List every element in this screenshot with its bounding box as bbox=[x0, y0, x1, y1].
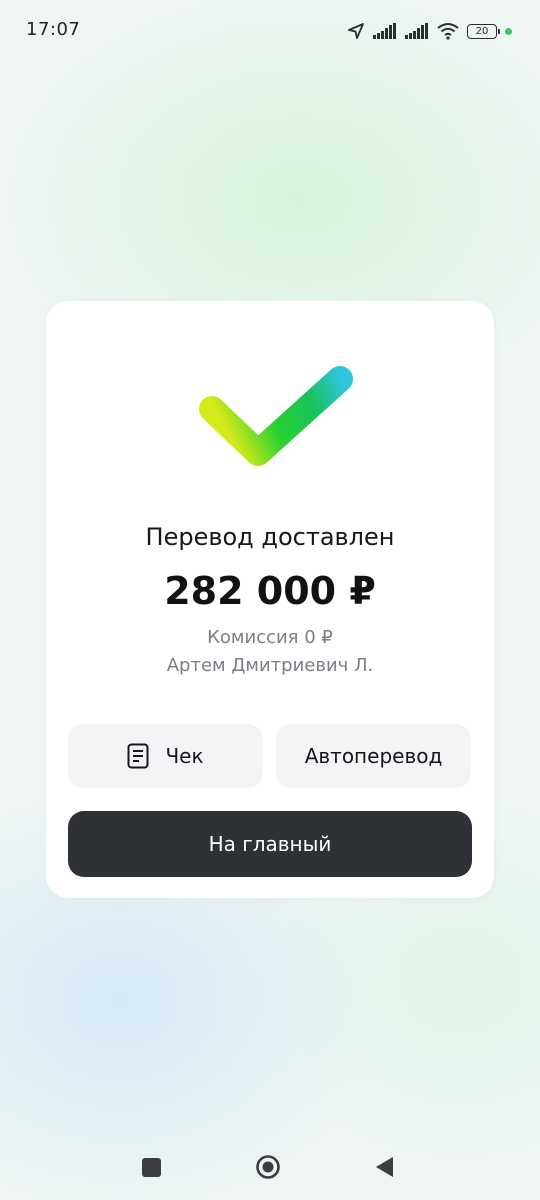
auto-transfer-label: Автоперевод bbox=[304, 744, 443, 768]
status-bar: 17:07 20 bbox=[0, 0, 540, 62]
recent-apps-icon[interactable] bbox=[142, 1158, 161, 1177]
auto-transfer-button[interactable]: Автоперевод bbox=[276, 724, 471, 788]
document-icon bbox=[127, 743, 149, 769]
result-card: Перевод доставлен 282 000 ₽ Комиссия 0 ₽… bbox=[46, 301, 494, 898]
home-icon[interactable] bbox=[255, 1154, 281, 1180]
green-dot bbox=[505, 27, 512, 35]
back-icon[interactable] bbox=[374, 1156, 394, 1178]
success-check-icon bbox=[196, 361, 356, 481]
recipient-name: Артем Дмитриевич Л. bbox=[166, 655, 374, 676]
system-nav-bar bbox=[0, 1130, 540, 1200]
status-icons: 20 bbox=[339, 20, 512, 42]
battery-icon: 20 bbox=[467, 23, 500, 39]
receipt-button[interactable]: Чек bbox=[68, 724, 263, 788]
commission-text: Комиссия 0 ₽ bbox=[207, 627, 333, 648]
go-home-label: На главный bbox=[208, 832, 332, 856]
transfer-amount: 282 000 ₽ bbox=[164, 569, 376, 613]
receipt-label: Чек bbox=[165, 744, 204, 768]
signal-icon bbox=[373, 23, 397, 39]
battery-level: 20 bbox=[475, 25, 489, 37]
status-time: 17:07 bbox=[26, 19, 81, 40]
result-title: Перевод доставлен bbox=[145, 523, 395, 551]
navigation-arrow-icon bbox=[348, 23, 364, 39]
signal-icon bbox=[405, 23, 429, 39]
wifi-icon bbox=[437, 23, 459, 40]
go-home-button[interactable]: На главный bbox=[68, 811, 472, 877]
